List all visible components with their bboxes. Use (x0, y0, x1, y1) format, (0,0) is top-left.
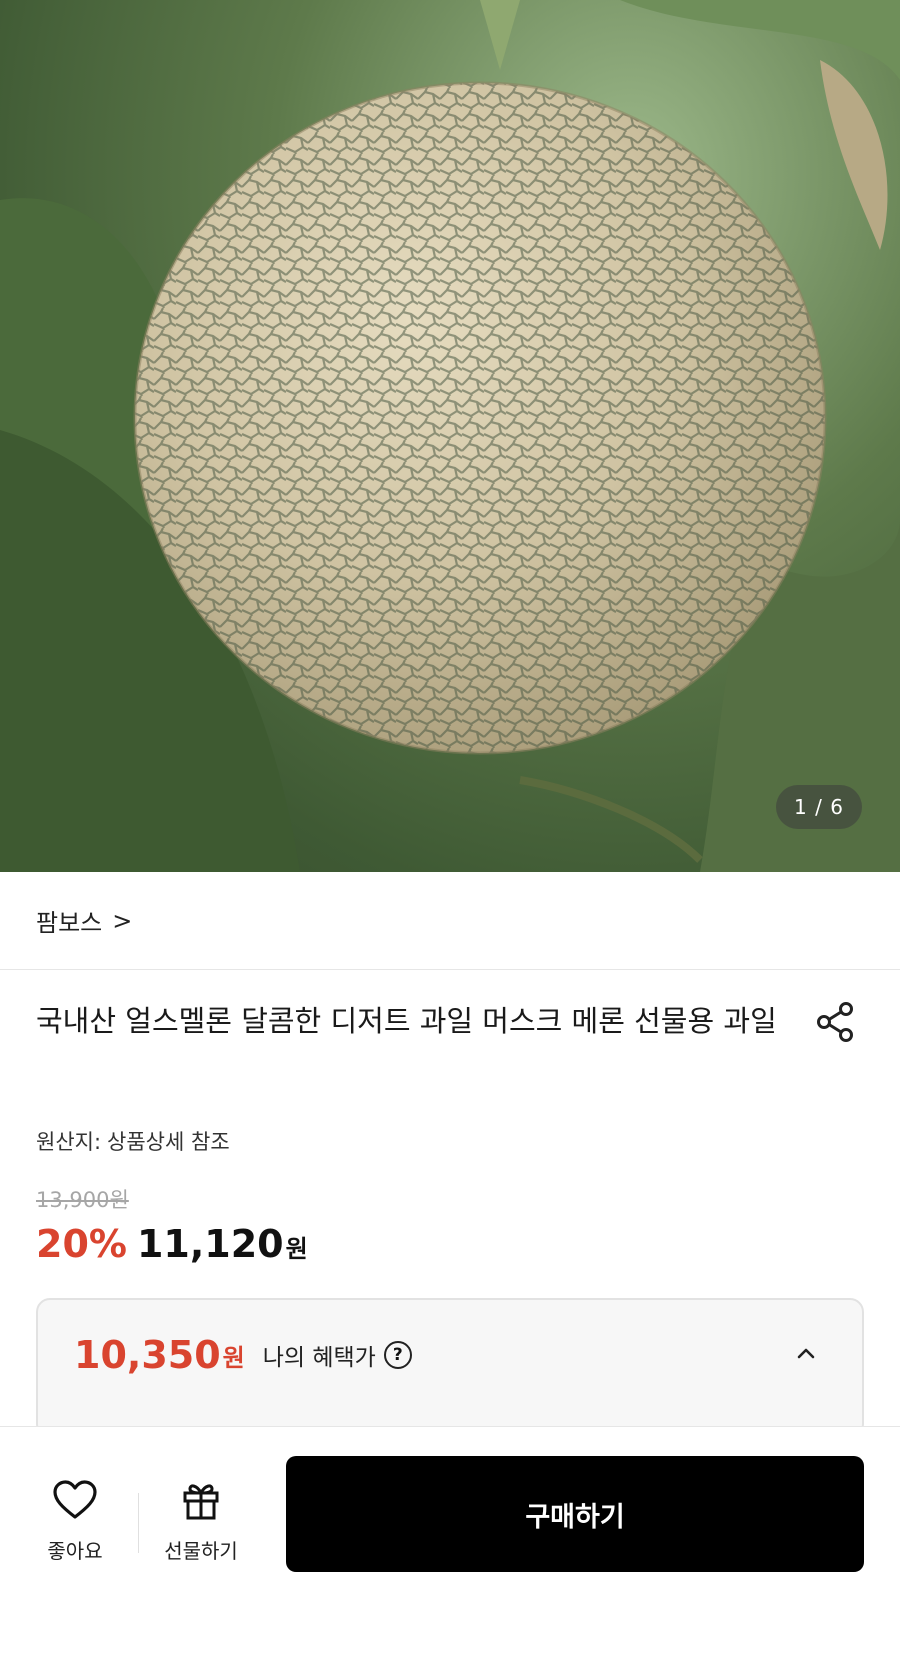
like-button[interactable]: 좋아요 (20, 1479, 130, 1564)
original-price: 13,900원 (36, 1188, 129, 1212)
discount-rate: 20% (36, 1222, 127, 1266)
product-image[interactable]: 1 / 6 (0, 0, 900, 872)
bottom-action-bar: 좋아요 선물하기 구매하기 (0, 1426, 900, 1675)
buy-button[interactable]: 구매하기 (286, 1456, 864, 1572)
like-label: 좋아요 (47, 1539, 103, 1563)
sale-price-currency: 원 (285, 1235, 308, 1263)
divider (138, 1493, 139, 1553)
chevron-right-icon: > (112, 906, 133, 935)
store-name: 팜보스 (36, 909, 103, 937)
origin-label: 원산지: (36, 1130, 102, 1154)
benefit-price: 10,350 (74, 1333, 221, 1377)
benefit-label: 나의 혜택가 (262, 1345, 376, 1371)
melon-photo (0, 0, 900, 872)
gift-button[interactable]: 선물하기 (146, 1479, 256, 1564)
share-icon[interactable] (814, 1000, 858, 1044)
price-row: 20% 11,120 원 (36, 1222, 308, 1266)
benefit-header[interactable]: 10,350 원 나의 혜택가 ? (38, 1300, 862, 1410)
image-counter: 1 / 6 (776, 785, 862, 829)
benefit-price-currency: 원 (222, 1343, 245, 1372)
gift-label: 선물하기 (164, 1539, 238, 1563)
origin-info: 원산지: 상품상세 참조 (36, 1126, 230, 1156)
store-link[interactable]: 팜보스 > (0, 872, 900, 970)
benefit-box[interactable]: 10,350 원 나의 혜택가 ? (36, 1298, 864, 1438)
product-title: 국내산 얼스멜론 달콤한 디저트 과일 머스크 메론 선물용 과일 (36, 1004, 777, 1038)
heart-icon (53, 1480, 97, 1519)
origin-value: 상품상세 참조 (107, 1130, 230, 1154)
gift-icon (183, 1484, 219, 1520)
sale-price: 11,120 (136, 1222, 284, 1266)
chevron-up-icon[interactable] (794, 1342, 818, 1366)
help-icon[interactable]: ? (383, 1341, 412, 1369)
